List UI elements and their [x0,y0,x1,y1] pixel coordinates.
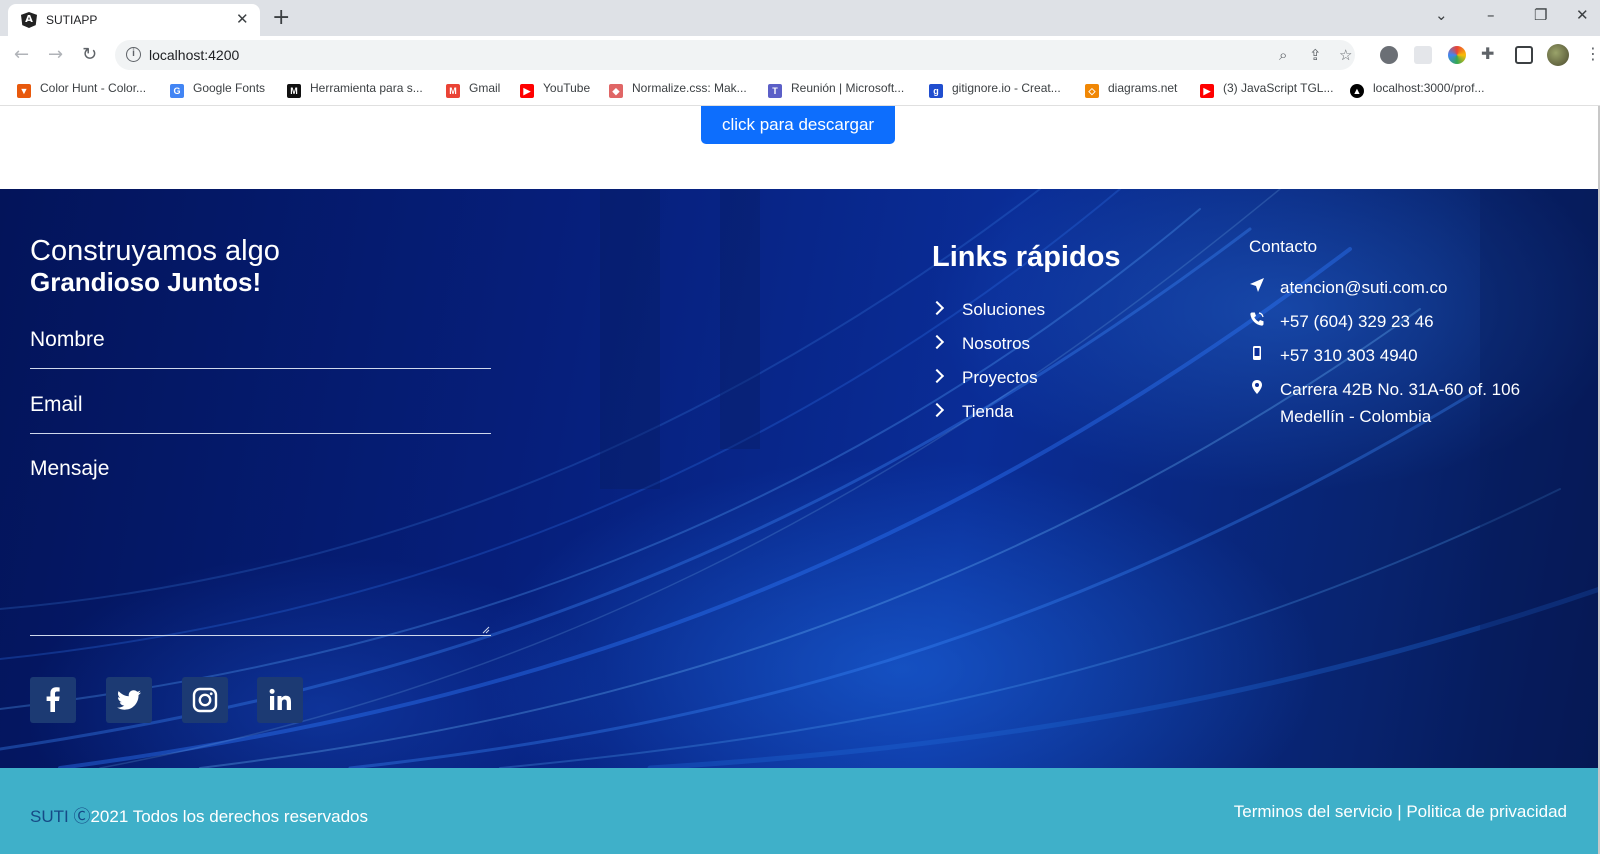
bookmark-star-icon[interactable]: ☆ [1339,46,1352,64]
browser-menu-icon[interactable]: ⋮ [1585,44,1600,63]
minimize-window-button[interactable]: – [1487,6,1495,24]
bookmark-item[interactable]: ▲ localhost:3000/prof... [1350,81,1484,99]
copyright-icon: Ⓒ [73,807,91,826]
triangle-icon: ▲ [1350,84,1364,98]
twitter-icon [117,690,141,710]
bookmark-item[interactable]: ◆ Normalize.css: Mak... [609,81,747,99]
profile-avatar[interactable] [1547,44,1569,66]
copyright-text: SUTI Ⓒ2021 Todos los derechos reservados [30,802,368,827]
chevron-right-icon [929,402,945,418]
linkedin-button[interactable] [257,677,303,723]
teams-icon: T [768,84,782,98]
new-tab-button[interactable]: + [272,5,290,30]
facebook-icon [46,687,60,712]
chevron-right-icon [929,300,945,316]
instagram-button[interactable] [182,677,228,723]
bookmark-item[interactable]: T Reunión | Microsoft... [768,81,904,99]
paper-plane-icon [1250,278,1264,292]
message-textarea[interactable]: Mensaje [30,452,491,636]
bookmarks-bar: ▼ Color Hunt - Color... G Google Fonts M He… [0,74,1600,106]
bookmark-item[interactable]: ▶ (3) JavaScript TGL... [1200,81,1333,99]
name-field[interactable]: Nombre [30,323,491,369]
share-icon[interactable]: ⇪ [1309,46,1322,64]
legal-links[interactable]: Terminos del servicio | Politica de priv… [1234,802,1567,822]
chevron-right-icon [929,334,945,350]
bookmark-item[interactable]: M Gmail [446,81,500,99]
bookmark-item[interactable]: G Google Fonts [170,81,265,99]
chevron-right-icon [929,368,945,384]
quick-links-title: Links rápidos [932,241,1121,273]
address-bar[interactable]: i localhost:4200 ⌕ ⇪ ☆ [115,40,1355,70]
angular-icon: A [21,12,37,28]
email-field-label: Email [30,393,83,416]
location-pin-icon [1252,380,1262,394]
close-tab-icon[interactable]: ✕ [236,10,249,28]
google-fonts-icon: G [170,84,184,98]
quick-link-soluciones[interactable]: Soluciones [929,300,1045,320]
back-button[interactable]: ← [14,44,29,65]
extension-icon[interactable] [1414,46,1432,64]
bookmark-item[interactable]: M Herramienta para s... [287,81,423,99]
color-picker-extension-icon[interactable] [1448,46,1466,64]
diagrams-icon: ◇ [1085,84,1099,98]
download-button[interactable]: click para descargar [701,106,895,144]
forward-button[interactable]: → [48,44,63,65]
rights-text: 2021 Todos los derechos reservados [90,807,368,826]
contact-title: Contacto [1249,237,1318,256]
bug-extension-icon[interactable] [1380,46,1398,64]
bookmark-item[interactable]: g gitignore.io - Creat... [929,81,1061,99]
brand-name: SUTI [30,807,69,826]
phone-icon [1250,312,1264,326]
message-field-label: Mensaje [30,457,110,480]
quick-link-proyectos[interactable]: Proyectos [929,368,1038,388]
resize-handle-icon[interactable] [482,626,490,634]
bookmark-item[interactable]: ◇ diagrams.net [1085,81,1177,99]
tab-search-chevron-icon[interactable]: ⌄ [1435,6,1448,24]
name-field-label: Nombre [30,328,105,351]
form-heading-line1: Construyamos algo [30,235,280,267]
restore-window-button[interactable]: ❐ [1534,6,1547,24]
twitter-button[interactable] [106,677,152,723]
contact-email-text: atencion@suti.com.co [1280,278,1448,297]
zoom-icon[interactable]: ⌕ [1279,46,1287,64]
contact-phone-text: +57 (604) 329 23 46 [1280,312,1434,331]
url-text: localhost:4200 [149,47,240,63]
bookmark-item[interactable]: ▶ YouTube [520,81,590,99]
page-content-top: click para descargar [0,106,1600,189]
m-logo-icon: M [287,84,301,98]
gitignore-icon: g [929,84,943,98]
quick-link-tienda[interactable]: Tienda [929,402,1013,422]
youtube-icon: ▶ [520,84,534,98]
extensions-puzzle-icon[interactable]: ✚ [1481,44,1494,63]
facebook-button[interactable] [30,677,76,723]
site-footer: Construyamos algo Grandioso Juntos! Nomb… [0,189,1600,768]
linkedin-icon [269,688,291,710]
reload-button[interactable]: ↻ [82,44,97,65]
contact-address-line1: Carrera 42B No. 31A-60 of. 106 [1280,380,1521,399]
quick-link-nosotros[interactable]: Nosotros [929,334,1030,354]
mobile-phone-icon [1253,346,1261,360]
instagram-icon [192,687,218,713]
color-hunt-icon: ▼ [17,84,31,98]
footer-bottom-bar: SUTI Ⓒ2021 Todos los derechos reservados… [0,768,1600,854]
side-panel-icon[interactable] [1515,46,1533,64]
contact-mobile-text: +57 310 303 4940 [1280,346,1418,365]
normalize-icon: ◆ [609,84,623,98]
gmail-icon: M [446,84,460,98]
form-heading-line2: Grandioso Juntos! [30,267,262,297]
bookmark-item[interactable]: ▼ Color Hunt - Color... [17,81,146,99]
site-info-icon[interactable]: i [126,47,141,62]
youtube-icon: ▶ [1200,84,1214,98]
tab-title: SUTIAPP [46,13,98,27]
email-field[interactable]: Email [30,388,491,434]
browser-tab[interactable]: A SUTIAPP ✕ [8,4,260,36]
contact-address-line2: Medellín - Colombia [1280,407,1432,426]
close-window-button[interactable]: ✕ [1576,6,1589,24]
browser-tab-bar: A SUTIAPP ✕ + ⌄ – ❐ ✕ [0,0,1600,36]
browser-toolbar: ← → ↻ i localhost:4200 ⌕ ⇪ ☆ ✚ ⋮ [0,36,1600,74]
